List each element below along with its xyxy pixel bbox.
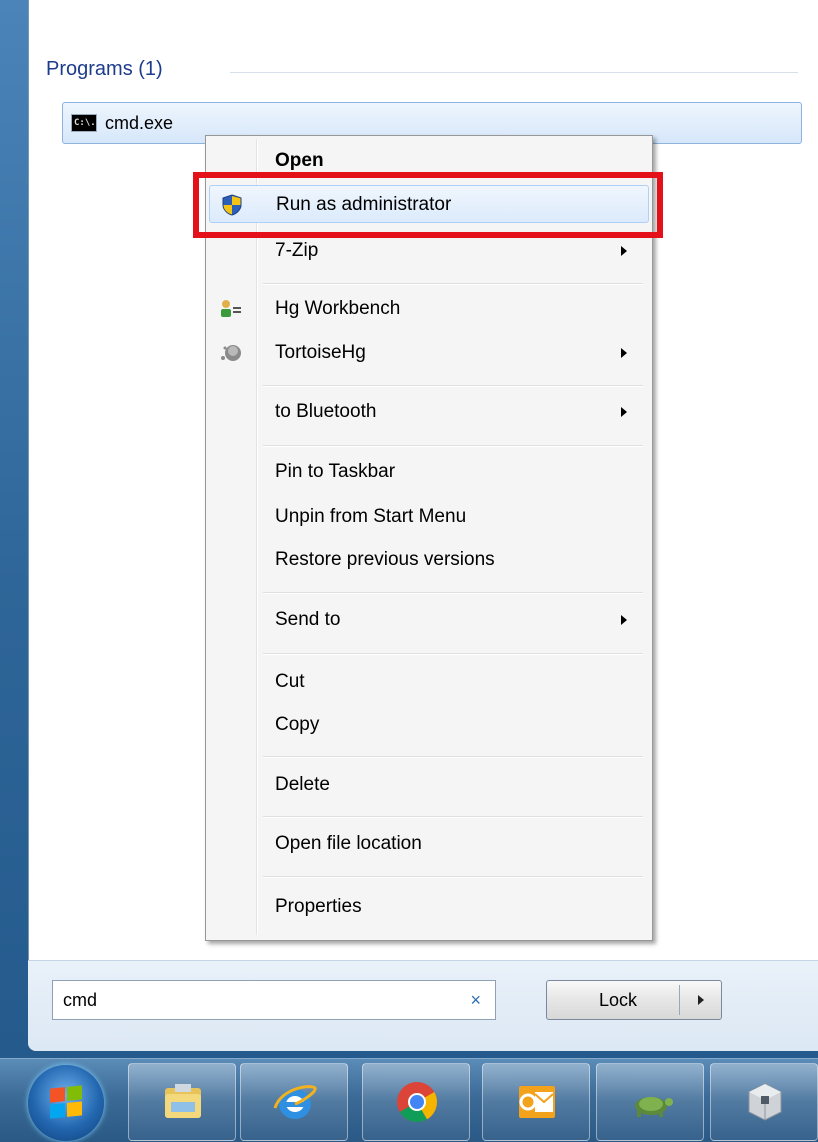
menu-item-pin-to-taskbar[interactable]: Pin to Taskbar	[209, 453, 649, 491]
menu-item-label: Unpin from Start Menu	[275, 506, 467, 527]
menu-separator	[263, 445, 643, 447]
menu-item-cut[interactable]: Cut	[209, 663, 649, 701]
split-divider	[679, 985, 680, 1015]
taskbar-chrome[interactable]	[362, 1063, 470, 1141]
menu-item-restore-previous-versions[interactable]: Restore previous versions	[209, 541, 649, 579]
submenu-arrow-icon	[621, 246, 627, 256]
menu-item-label: Delete	[275, 774, 330, 795]
tortoise-icon	[635, 1097, 673, 1117]
lock-button[interactable]: Lock	[546, 980, 722, 1020]
menu-item-delete[interactable]: Delete	[209, 766, 649, 804]
virtualbox-icon	[748, 1083, 782, 1121]
menu-item-label: Hg Workbench	[275, 298, 401, 319]
tortoisehg-icon	[219, 342, 243, 364]
cmd-icon: C:\.	[71, 114, 97, 132]
shutdown-options-arrow-icon[interactable]	[698, 995, 704, 1005]
menu-item-send-to[interactable]: Send to	[209, 601, 649, 639]
menu-item-open-file-location[interactable]: Open file location	[209, 825, 649, 863]
taskbar-tortoise[interactable]	[596, 1063, 704, 1141]
taskbar-internet-explorer[interactable]	[240, 1063, 348, 1141]
menu-separator	[263, 876, 643, 878]
search-input-value: cmd	[63, 990, 98, 1010]
menu-item-label: Properties	[275, 896, 362, 917]
taskbar-outlook[interactable]	[482, 1063, 590, 1141]
clear-search-icon[interactable]: ×	[470, 990, 481, 1011]
search-result-label: cmd.exe	[105, 113, 174, 133]
internet-explorer-icon	[273, 1085, 317, 1119]
search-input[interactable]: cmd ×	[52, 980, 496, 1020]
menu-item-tortoisehg[interactable]: TortoiseHg	[209, 334, 649, 372]
menu-item-label: TortoiseHg	[275, 342, 366, 363]
hg-workbench-icon	[219, 298, 243, 320]
menu-separator	[263, 756, 643, 758]
taskbar	[0, 1058, 818, 1142]
windows-logo-icon	[50, 1085, 82, 1119]
annotation-highlight-box	[193, 172, 663, 238]
menu-item-label: Open	[275, 150, 324, 171]
menu-item-copy[interactable]: Copy	[209, 706, 649, 744]
menu-item-hg-workbench[interactable]: Hg Workbench	[209, 290, 649, 328]
lock-button-label: Lock	[599, 990, 638, 1010]
menu-item-label: Pin to Taskbar	[275, 461, 396, 482]
menu-separator	[263, 653, 643, 655]
submenu-arrow-icon	[621, 348, 627, 358]
menu-separator	[263, 816, 643, 818]
taskbar-virtualbox[interactable]	[710, 1063, 818, 1141]
context-menu: Open Run as administrator 7-Zip Hg Workb…	[205, 135, 653, 941]
menu-item-label: Copy	[275, 714, 320, 735]
menu-item-to-bluetooth[interactable]: to Bluetooth	[209, 393, 649, 431]
menu-item-label: Cut	[275, 671, 305, 692]
taskbar-file-explorer[interactable]	[128, 1063, 236, 1141]
submenu-arrow-icon	[621, 615, 627, 625]
submenu-arrow-icon	[621, 407, 627, 417]
menu-item-label: to Bluetooth	[275, 401, 377, 422]
outlook-icon	[519, 1086, 555, 1118]
file-explorer-icon	[165, 1084, 201, 1118]
menu-item-properties[interactable]: Properties	[209, 888, 649, 926]
menu-item-label: Open file location	[275, 833, 422, 854]
menu-item-label: 7-Zip	[275, 240, 319, 261]
menu-item-label: Restore previous versions	[275, 549, 495, 570]
section-divider	[230, 72, 798, 73]
chrome-icon	[397, 1082, 437, 1122]
menu-separator	[263, 283, 643, 285]
programs-header: Programs (1)	[46, 58, 163, 80]
menu-item-unpin-from-start-menu[interactable]: Unpin from Start Menu	[209, 498, 649, 536]
menu-separator	[263, 385, 643, 387]
menu-item-label: Send to	[275, 609, 341, 630]
windows-orb-icon[interactable]	[28, 1065, 104, 1141]
menu-separator	[263, 592, 643, 594]
